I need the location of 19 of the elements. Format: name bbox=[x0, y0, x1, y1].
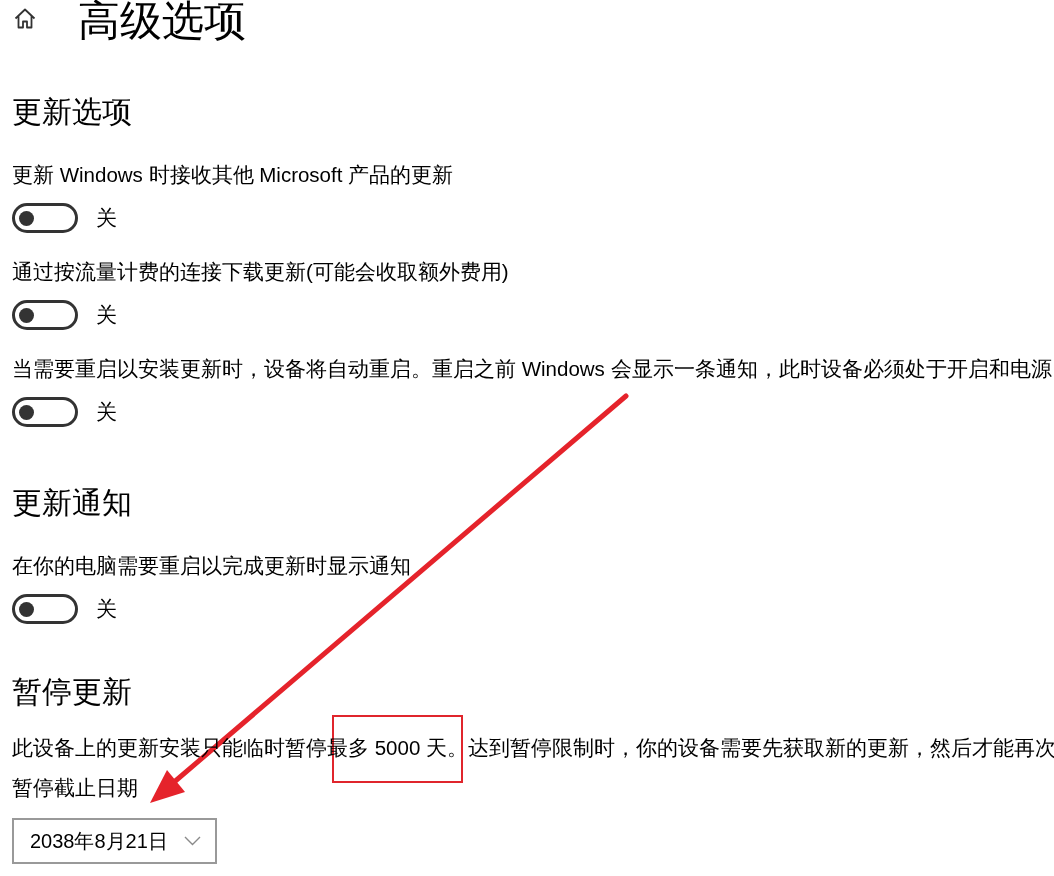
toggle-state-text: 关 bbox=[96, 302, 117, 328]
setting-label: 通过按流量计费的连接下载更新(可能会收取额外费用) bbox=[12, 259, 509, 285]
home-icon[interactable] bbox=[14, 7, 36, 29]
toggle-switch[interactable] bbox=[12, 594, 78, 624]
section-heading: 暂停更新 bbox=[12, 674, 132, 710]
section-heading: 更新通知 bbox=[12, 485, 132, 521]
date-dropdown[interactable]: 2038年8月21日 bbox=[12, 818, 217, 864]
toggle-state-text: 关 bbox=[96, 205, 117, 231]
setting-label: 在你的电脑需要重启以完成更新时显示通知 bbox=[12, 553, 411, 579]
chevron-down-icon bbox=[184, 836, 201, 846]
date-label: 暂停截止日期 bbox=[12, 775, 138, 801]
setting-label: 更新 Windows 时接收其他 Microsoft 产品的更新 bbox=[12, 162, 454, 188]
toggle-switch[interactable] bbox=[12, 203, 78, 233]
toggle-switch[interactable] bbox=[12, 397, 78, 427]
setting-label: 当需要重启以安装更新时，设备将自动重启。重启之前 Windows 会显示一条通知，此时设备必须处于开启和电源 bbox=[12, 356, 1052, 382]
toggle-state-text: 关 bbox=[96, 399, 117, 425]
toggle-state-text: 关 bbox=[96, 596, 117, 622]
section-heading: 更新选项 bbox=[12, 94, 132, 130]
toggle-switch[interactable] bbox=[12, 300, 78, 330]
